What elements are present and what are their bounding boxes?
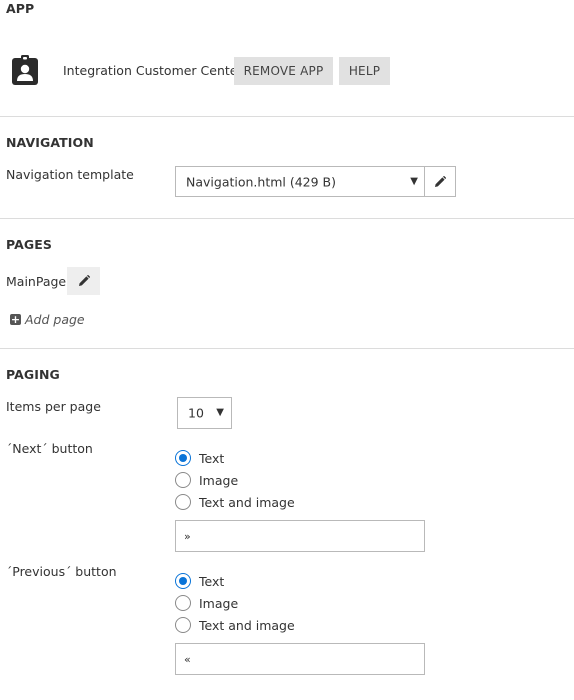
divider (0, 116, 574, 117)
edit-page-button[interactable] (67, 267, 100, 295)
help-button[interactable]: HELP (339, 57, 390, 85)
page-item-label[interactable]: MainPage (6, 274, 66, 289)
previous-text-value: « (184, 652, 191, 666)
divider (0, 348, 574, 349)
previous-option-text-and-image[interactable]: Text and image (175, 617, 295, 633)
radio-checked-icon (175, 573, 191, 589)
next-option-text[interactable]: Text (175, 450, 224, 466)
items-per-page-select[interactable]: 10 ▼ (177, 397, 232, 429)
radio-icon (175, 595, 191, 611)
radio-icon (175, 472, 191, 488)
items-per-page-label: Items per page (6, 399, 101, 414)
paging-section-title: PAGING (6, 367, 60, 382)
next-option-text-label: Text (199, 450, 225, 466)
next-option-text-and-image[interactable]: Text and image (175, 494, 295, 510)
divider (0, 218, 574, 219)
navigation-template-value: Navigation.html (429 B) (186, 174, 336, 189)
previous-option-text-and-image-label: Text and image (199, 617, 295, 633)
items-per-page-value: 10 (188, 405, 204, 421)
app-section-title: APP (6, 1, 35, 16)
app-name: Integration Customer Center (63, 63, 243, 78)
navigation-template-select[interactable]: Navigation.html (429 B) ▼ (175, 166, 426, 197)
add-page-label: Add page (25, 312, 85, 327)
previous-option-image-label: Image (199, 595, 239, 611)
pencil-icon (78, 275, 90, 286)
next-text-input[interactable]: » (175, 520, 425, 552)
next-text-value: » (184, 529, 191, 543)
previous-option-text[interactable]: Text (175, 573, 224, 589)
caret-down-icon: ▼ (410, 175, 418, 187)
previous-option-text-label: Text (199, 573, 225, 589)
plus-square-icon: + (10, 313, 21, 326)
next-option-image-label: Image (199, 472, 239, 488)
add-page-link[interactable]: + Add page (10, 312, 85, 327)
navigation-template-label: Navigation template (6, 167, 134, 182)
previous-option-image[interactable]: Image (175, 595, 238, 611)
radio-icon (175, 494, 191, 510)
next-button-label: ´Next´ button (6, 441, 93, 456)
radio-icon (175, 617, 191, 633)
radio-checked-icon (175, 450, 191, 466)
remove-app-button[interactable]: REMOVE APP (234, 57, 333, 85)
edit-navigation-template-button[interactable] (424, 166, 456, 197)
next-option-text-and-image-label: Text and image (199, 494, 295, 510)
previous-button-label: ´Previous´ button (6, 564, 117, 579)
contact-badge-icon (10, 54, 40, 86)
pages-section-title: PAGES (6, 237, 52, 252)
caret-down-icon: ▼ (216, 406, 224, 418)
previous-text-input[interactable]: « (175, 643, 425, 675)
navigation-section-title: NAVIGATION (6, 135, 94, 150)
next-option-image[interactable]: Image (175, 472, 238, 488)
pencil-icon (435, 175, 446, 187)
